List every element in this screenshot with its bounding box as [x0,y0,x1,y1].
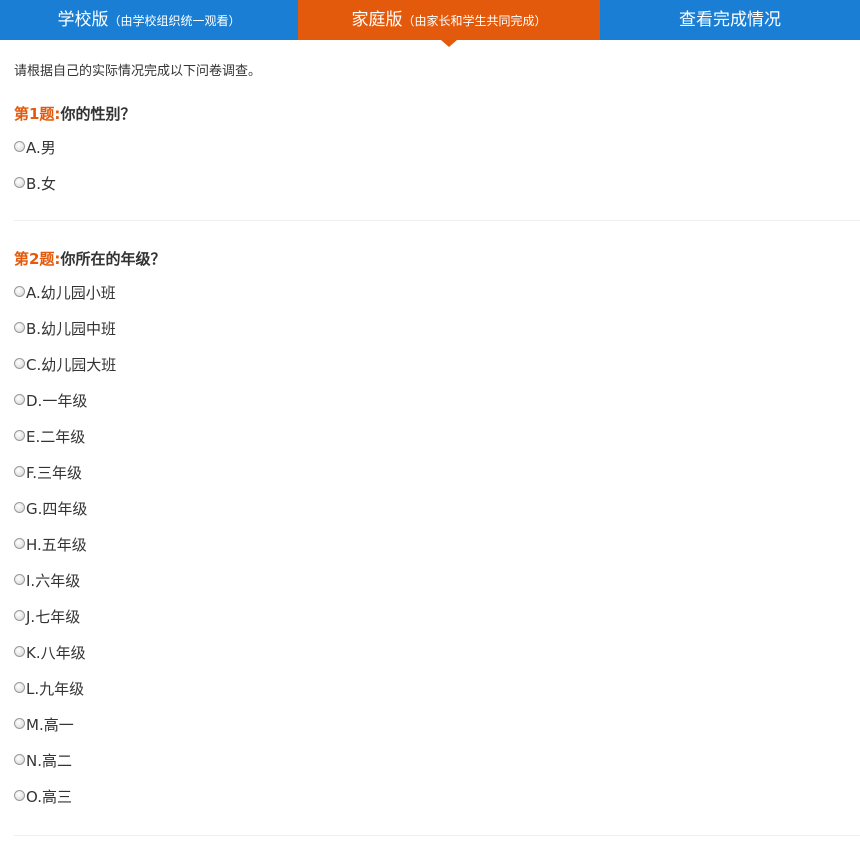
version-tabs: 学校版（由学校组织统一观看） 家庭版（由家长和学生共同完成） 查看完成情况 [0,0,860,47]
option-q2-h[interactable]: H.五年级 [14,527,860,563]
question-1: 第1题:你的性别？ A.男 B.女 [14,104,860,202]
survey-intro: 请根据自己的实际情况完成以下问卷调查。 [14,64,262,79]
option-label: N.高二 [26,752,72,770]
option-label: M.高一 [26,716,74,734]
tab-family-sub: （由家长和学生共同完成） [402,14,547,28]
option-label: A.男 [26,139,56,157]
radio-button[interactable] [14,537,25,549]
option-q2-c[interactable]: C.幼儿园大班 [14,347,860,383]
radio-button[interactable] [14,501,25,513]
radio-button[interactable] [14,681,25,693]
option-label: L.九年级 [26,680,85,698]
question-text: 你的性别？ [60,105,136,123]
option-label: B.幼儿园中班 [26,320,117,338]
option-label: A.幼儿园小班 [26,284,116,302]
question-divider [14,220,860,221]
radio-button[interactable] [14,321,25,333]
option-q2-i[interactable]: I.六年级 [14,563,860,599]
radio-button[interactable] [14,393,25,405]
question-number: 第1题: [14,105,61,123]
radio-button[interactable] [14,176,25,188]
option-q1-b[interactable]: B.女 [14,166,860,202]
option-label: I.六年级 [26,572,81,590]
option-q2-g[interactable]: G.四年级 [14,491,860,527]
radio-button[interactable] [14,753,25,765]
radio-button[interactable] [14,465,25,477]
option-q2-m[interactable]: M.高一 [14,707,860,743]
option-label: F.三年级 [26,464,82,482]
option-label: H.五年级 [26,536,87,554]
option-label: B.女 [26,175,57,193]
radio-button[interactable] [14,140,25,152]
radio-button[interactable] [14,285,25,297]
option-label: O.高三 [26,788,72,806]
tab-view-completion[interactable]: 查看完成情况 [600,0,860,40]
radio-button[interactable] [14,645,25,657]
option-q2-n[interactable]: N.高二 [14,743,860,779]
option-q2-b[interactable]: B.幼儿园中班 [14,311,860,347]
option-q2-d[interactable]: D.一年级 [14,383,860,419]
question-text: 你所在的年级？ [60,250,166,268]
tab-family-version[interactable]: 家庭版（由家长和学生共同完成） [298,0,600,47]
option-q2-e[interactable]: E.二年级 [14,419,860,455]
option-label: K.八年级 [26,644,86,662]
question-title: 第1题:你的性别？ [14,104,860,124]
survey-content: 请根据自己的实际情况完成以下问卷调查。 第1题:你的性别？ A.男 B.女 第2… [0,40,860,836]
radio-button[interactable] [14,357,25,369]
option-q2-l[interactable]: L.九年级 [14,671,860,707]
tab-school-version[interactable]: 学校版（由学校组织统一观看） [0,0,298,40]
option-q2-f[interactable]: F.三年级 [14,455,860,491]
option-q2-o[interactable]: O.高三 [14,779,860,815]
radio-button[interactable] [14,609,25,621]
tab-family-label: 家庭版 [351,10,403,30]
option-label: D.一年级 [26,392,88,410]
option-label: J.七年级 [26,608,81,626]
active-tab-pointer [441,40,457,47]
option-label: E.二年级 [26,428,86,446]
option-q2-a[interactable]: A.幼儿园小班 [14,275,860,311]
radio-button[interactable] [14,573,25,585]
tab-status-label: 查看完成情况 [679,10,781,30]
option-label: C.幼儿园大班 [26,356,117,374]
radio-button[interactable] [14,717,25,729]
question-divider [14,835,860,836]
option-q2-k[interactable]: K.八年级 [14,635,860,671]
option-q2-j[interactable]: J.七年级 [14,599,860,635]
question-2: 第2题:你所在的年级？ A.幼儿园小班 B.幼儿园中班 C.幼儿园大班 D.一年… [14,249,860,815]
question-number: 第2题: [14,250,61,268]
radio-button[interactable] [14,429,25,441]
tab-school-label: 学校版 [57,10,109,30]
option-label: G.四年级 [26,500,88,518]
question-title: 第2题:你所在的年级？ [14,249,860,269]
option-q1-a[interactable]: A.男 [14,130,860,166]
radio-button[interactable] [14,789,25,801]
tab-school-sub: （由学校组织统一观看） [108,14,241,28]
